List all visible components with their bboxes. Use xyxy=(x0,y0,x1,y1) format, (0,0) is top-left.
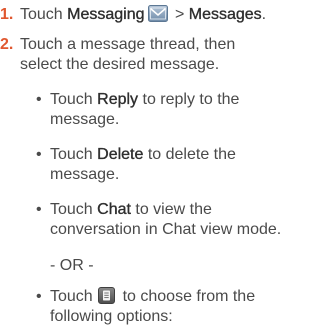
bullet-menu-pre: Touch xyxy=(50,288,98,305)
menu-icon xyxy=(98,287,116,304)
bullet-reply-line-2: message. xyxy=(50,111,120,128)
step-2-line-1: Touch a message thread, then xyxy=(20,36,236,53)
step-1-messages: Messages xyxy=(188,6,262,23)
step-1-messaging: Messaging xyxy=(67,6,145,23)
bullet-menu-line-2: following options: xyxy=(50,308,173,325)
step-1-separator: > xyxy=(170,6,189,23)
bullet-chat-post: to view the xyxy=(130,201,212,218)
bullet-chat: • Touch Chat to view the conversation in… xyxy=(36,200,326,242)
bullet-delete-post: to delete the xyxy=(143,146,236,163)
or-separator: - OR - xyxy=(50,257,94,274)
reply-label: Reply xyxy=(97,91,139,108)
step-2: 2. Touch a message thread, then select t… xyxy=(0,35,328,77)
step-1-period: . xyxy=(261,6,267,23)
step-1-number: 1. xyxy=(0,6,14,23)
bullet-chat-line-1: Touch Chat to view the xyxy=(50,200,326,220)
bullet-menu-text: Touch to choose from the following optio… xyxy=(50,287,326,327)
bullet-delete-line-2: message. xyxy=(50,166,120,183)
bullet-marker: • xyxy=(36,91,42,108)
bullet-delete-line-1: Touch Delete to delete the xyxy=(50,145,326,165)
chat-label: Chat xyxy=(97,201,131,218)
bullet-reply: • Touch Reply to reply to the message. xyxy=(36,90,326,132)
step-1-touch: Touch xyxy=(20,6,68,23)
step-2-text: Touch a message thread, then select the … xyxy=(20,35,326,75)
bullet-delete-text: Touch Delete to delete the message. xyxy=(50,145,326,185)
bullet-chat-pre: Touch xyxy=(50,201,98,218)
bullet-menu-post: to choose from the xyxy=(118,288,256,305)
bullet-menu-line-1: Touch to choose from the xyxy=(50,287,326,307)
bullet-chat-text: Touch Chat to view the conversation in C… xyxy=(50,200,326,240)
step-1-text: Touch Messaging > Messages. xyxy=(20,5,326,25)
bullet-marker: • xyxy=(36,201,42,218)
instructions-document: 1. Touch Messaging > Messages. 2. Touch … xyxy=(0,0,328,336)
step-1: 1. Touch Messaging > Messages. xyxy=(0,5,328,27)
bullet-menu: • Touch to choose from the following opt xyxy=(36,287,326,329)
bullet-reply-line-1: Touch Reply to reply to the xyxy=(50,90,326,110)
bullet-reply-text: Touch Reply to reply to the message. xyxy=(50,90,326,130)
delete-label: Delete xyxy=(97,146,144,163)
messaging-envelope-icon xyxy=(147,5,168,22)
bullet-reply-pre: Touch xyxy=(50,91,98,108)
bullet-marker: • xyxy=(36,288,42,305)
bullet-delete-pre: Touch xyxy=(50,146,98,163)
bullet-chat-line-2: conversation in Chat view mode. xyxy=(50,221,282,238)
bullet-delete: • Touch Delete to delete the message. xyxy=(36,145,326,187)
step-2-line-2: select the desired message. xyxy=(20,56,220,73)
step-2-number: 2. xyxy=(0,36,14,53)
bullet-marker: • xyxy=(36,146,42,163)
bullet-reply-post: to reply to the xyxy=(138,91,240,108)
